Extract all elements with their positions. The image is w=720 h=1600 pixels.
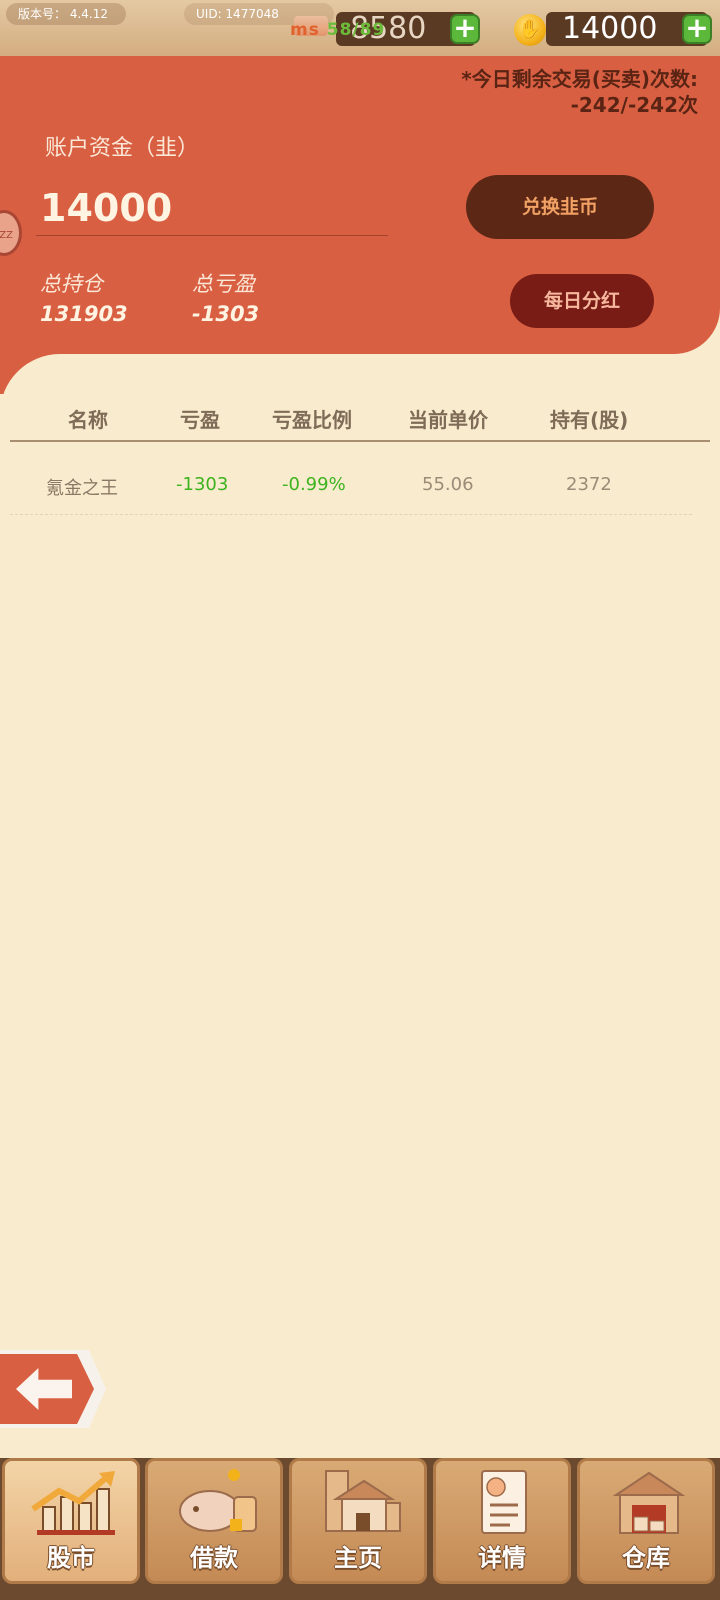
fps-overlay: ms 58/89 <box>290 20 385 40</box>
gold-value: 14000 <box>562 11 658 46</box>
add-gold-button[interactable]: + <box>682 14 712 44</box>
version-label: 版本号： 4.4.12 <box>6 3 126 25</box>
nav-tab-stock-market[interactable]: 股市 <box>2 1458 140 1584</box>
stock-pnl: -1303 <box>176 474 229 495</box>
add-resource-button[interactable]: + <box>450 14 480 44</box>
total-pnl-label: 总亏盈 <box>192 272 255 296</box>
nav-tab-label: 仓库 <box>622 1544 670 1572</box>
bottom-nav: 股市 借款 主页 详情 仓库 <box>0 1458 720 1600</box>
stock-pnl-ratio: -0.99% <box>282 474 346 495</box>
column-header-holding: 持有(股) <box>550 408 629 432</box>
total-position-label: 总持仓 <box>40 272 103 296</box>
capital-underline <box>36 235 388 236</box>
remaining-trades: *今日剩余交易(买卖)次数: -242/-242次 <box>398 66 698 118</box>
stock-holding: 2372 <box>566 474 612 495</box>
fps-value: 58/89 <box>326 20 386 40</box>
daily-dividend-button[interactable]: 每日分红 <box>510 274 654 328</box>
nav-tab-label: 主页 <box>334 1544 382 1572</box>
nav-tab-label: 股市 <box>47 1544 95 1572</box>
table-row[interactable]: 氪金之王 -1303 -0.99% 55.06 2372 <box>10 462 692 515</box>
remaining-trades-value: -242/-242次 <box>570 93 698 117</box>
column-header-pnl: 亏盈 <box>180 408 220 432</box>
exchange-currency-button[interactable]: 兑换韭币 <box>466 175 654 239</box>
top-resource-bar: 版本号： 4.4.12 UID: 1477048 8580 ms 58/89 +… <box>0 0 720 59</box>
gold-coin-icon: ✋ <box>514 14 546 46</box>
profile-card-icon <box>481 1470 527 1534</box>
capital-label: 账户资金（韭） <box>45 136 200 161</box>
home-icon <box>325 1470 401 1532</box>
stock-chart-icon <box>31 1471 115 1535</box>
stock-price: 55.06 <box>422 474 474 495</box>
stock-name: 氪金之王 <box>46 478 118 499</box>
total-position-value: 131903 <box>40 302 128 326</box>
holdings-table-header: 名称 亏盈 亏盈比例 当前单价 持有(股) <box>10 396 710 442</box>
warehouse-icon <box>612 1471 686 1534</box>
column-header-pnl-ratio: 亏盈比例 <box>272 408 352 432</box>
nav-tab-warehouse[interactable]: 仓库 <box>577 1458 715 1584</box>
nav-tab-label: 借款 <box>190 1544 238 1572</box>
nav-tab-label: 详情 <box>478 1544 526 1572</box>
piggy-bank-icon <box>179 1469 257 1532</box>
nav-tab-loan[interactable]: 借款 <box>145 1458 283 1584</box>
remaining-trades-label: *今日剩余交易(买卖)次数: <box>461 67 698 91</box>
capital-value: 14000 <box>40 186 173 230</box>
panel-curve-decoration <box>0 354 120 434</box>
nav-tab-home[interactable]: 主页 <box>289 1458 427 1584</box>
column-header-price: 当前单价 <box>408 408 488 432</box>
nav-tab-details[interactable]: 详情 <box>433 1458 571 1584</box>
column-header-name: 名称 <box>68 408 108 432</box>
total-pnl-value: -1303 <box>192 302 260 326</box>
fps-ms: ms <box>290 20 320 40</box>
